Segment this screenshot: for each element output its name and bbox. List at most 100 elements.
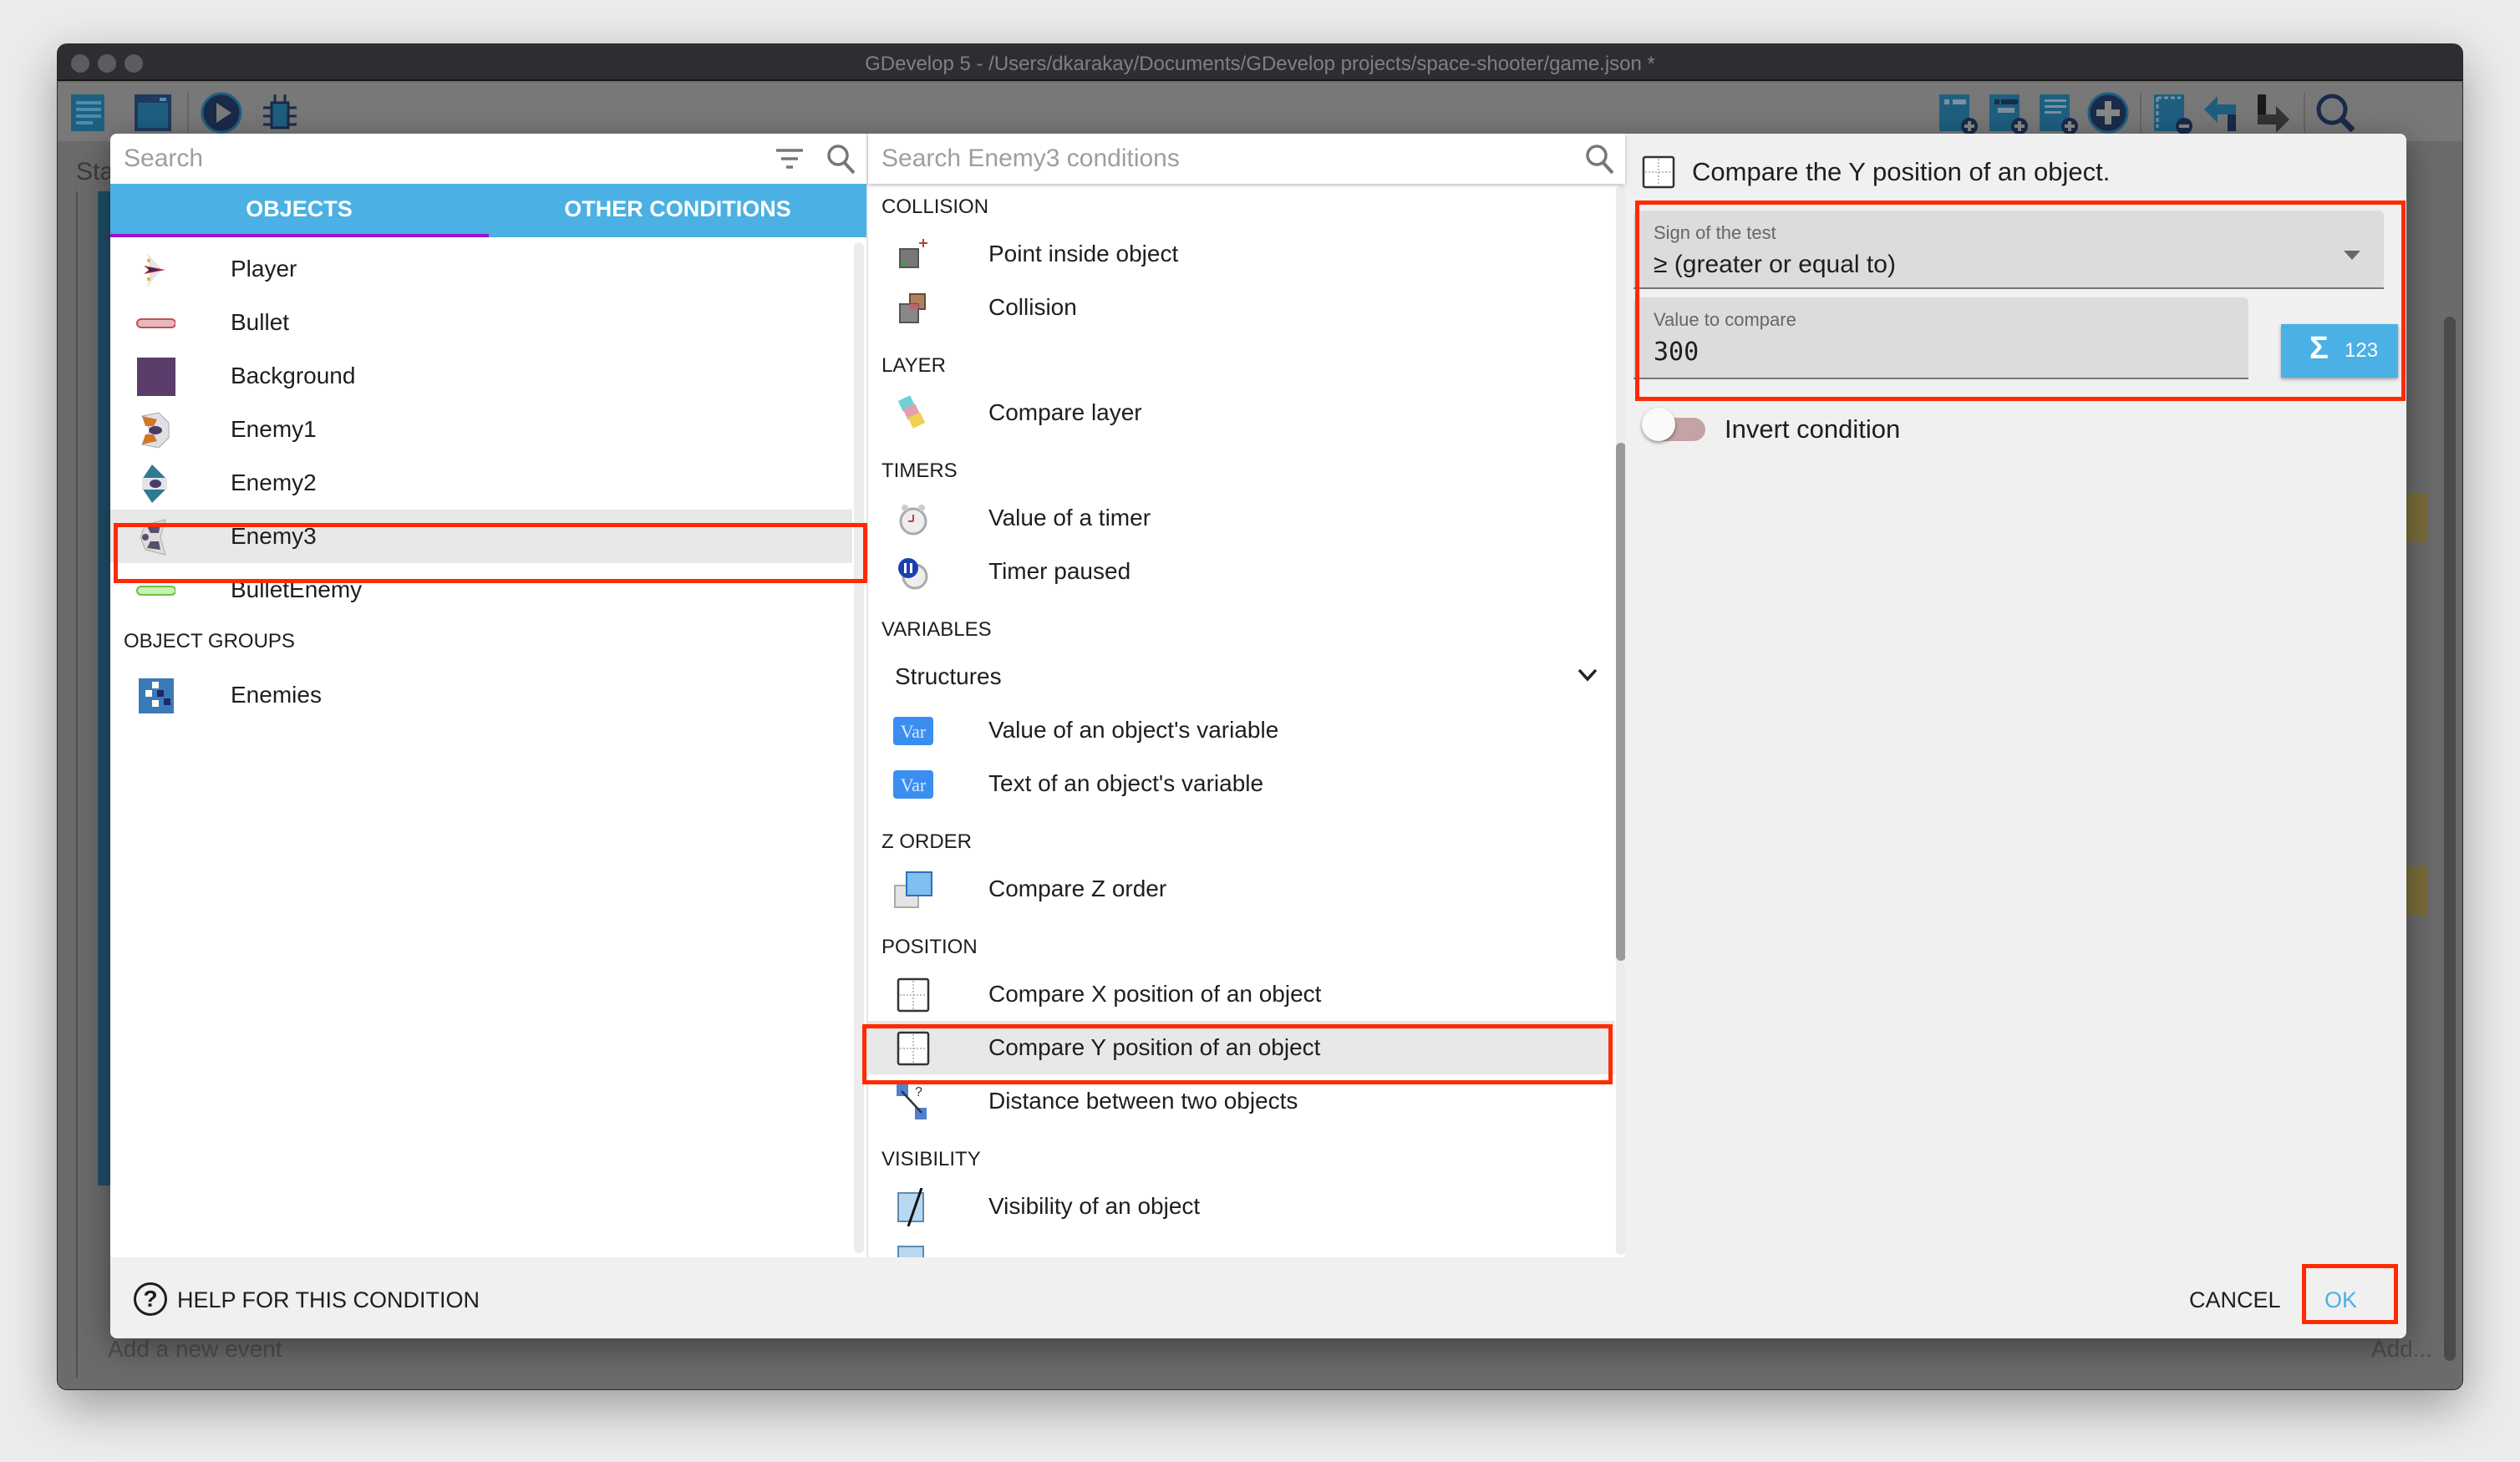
object-groups-header: OBJECT GROUPS bbox=[124, 630, 295, 652]
invert-condition-label: Invert condition bbox=[1725, 414, 1901, 444]
object-item-enemy1[interactable]: Enemy1 bbox=[110, 403, 852, 456]
condition-label: Compare layer bbox=[988, 399, 1142, 425]
field-label: Sign of the test bbox=[1654, 222, 1776, 243]
toggle-knob[interactable] bbox=[1642, 408, 1675, 441]
condition-search-bar bbox=[868, 134, 1625, 184]
enemy3-ship-icon bbox=[140, 519, 166, 556]
condition-item[interactable]: Value of a timer bbox=[868, 491, 1615, 545]
bullet-icon bbox=[136, 318, 175, 328]
expression-button-label: 123 bbox=[2345, 339, 2379, 362]
object-search-input[interactable] bbox=[124, 142, 759, 175]
section-header-layer: LAYER bbox=[881, 354, 946, 377]
project-manager-icon[interactable] bbox=[68, 91, 111, 135]
enemy1-ship-icon bbox=[141, 412, 170, 449]
search-icon[interactable] bbox=[1583, 142, 1615, 175]
group-name: Enemies bbox=[231, 682, 322, 708]
add-new-event-link[interactable]: Add a new event bbox=[108, 1336, 282, 1363]
condition-item-selected[interactable]: Compare Y position of an object bbox=[868, 1021, 1615, 1074]
delete-selection-icon[interactable] bbox=[2151, 91, 2194, 135]
section-header-z-order: Z ORDER bbox=[881, 830, 972, 853]
toolbar-separator bbox=[2140, 93, 2141, 133]
debugger-icon[interactable] bbox=[258, 91, 302, 135]
search-events-icon[interactable] bbox=[2314, 91, 2357, 135]
add-sub-event-icon[interactable] bbox=[1986, 91, 2030, 135]
filter-icon[interactable] bbox=[775, 148, 805, 171]
objects-panel: OBJECTS OTHER CONDITIONS Player Bullet B… bbox=[110, 134, 866, 1257]
object-item-bulletenemy[interactable]: BulletEnemy bbox=[110, 563, 852, 617]
timer-paused-icon bbox=[898, 558, 928, 590]
dropdown-arrow-icon bbox=[2344, 251, 2360, 260]
object-name: Bullet bbox=[231, 309, 290, 335]
object-item-player[interactable]: Player bbox=[110, 242, 852, 296]
field-label: Value to compare bbox=[1654, 309, 1796, 330]
search-icon[interactable] bbox=[825, 142, 856, 175]
visibility-icon bbox=[897, 1188, 924, 1226]
condition-item[interactable]: Point inside object bbox=[868, 227, 1615, 281]
condition-item[interactable]: Compare layer bbox=[868, 386, 1615, 439]
condition-list: COLLISION Point inside object Collision … bbox=[868, 184, 1625, 1257]
enemy2-ship-icon bbox=[142, 464, 167, 503]
add-event-icon[interactable] bbox=[1936, 91, 1979, 135]
condition-item[interactable]: Compare X position of an object bbox=[868, 967, 1615, 1021]
start-label: Sta bbox=[76, 158, 114, 185]
scene-editor-icon[interactable] bbox=[131, 91, 175, 135]
svg-text:Var: Var bbox=[901, 774, 927, 795]
condition-item[interactable]: Compare Z order bbox=[868, 862, 1615, 916]
section-header-variables: VARIABLES bbox=[881, 618, 992, 641]
var-icon: Var bbox=[893, 770, 933, 799]
condition-item[interactable]: ? Distance between two objects bbox=[868, 1074, 1615, 1128]
objects-scrollbar[interactable] bbox=[854, 242, 864, 1253]
toolbar bbox=[58, 83, 2462, 141]
object-item-enemy3[interactable]: Enemy3 bbox=[110, 510, 852, 563]
object-name: Enemy3 bbox=[231, 523, 317, 549]
events-scrollbar[interactable] bbox=[2444, 317, 2456, 1361]
subgroup-structures[interactable]: Structures bbox=[868, 650, 1615, 703]
condition-label: Point inside object bbox=[988, 241, 1179, 267]
preview-play-icon[interactable] bbox=[200, 91, 243, 135]
object-item-bullet[interactable]: Bullet bbox=[110, 296, 852, 349]
object-search-bar bbox=[110, 134, 866, 184]
help-icon: ? bbox=[134, 1282, 167, 1316]
condition-item-partial[interactable] bbox=[868, 1233, 1615, 1257]
field-value: ≥ (greater or equal to) bbox=[1654, 251, 1896, 278]
var-icon: Var bbox=[893, 717, 933, 745]
condition-item[interactable]: Visibility of an object bbox=[868, 1180, 1615, 1233]
tab-objects[interactable]: OBJECTS bbox=[110, 184, 488, 237]
layer-icon bbox=[897, 395, 926, 429]
redo-icon[interactable] bbox=[2251, 91, 2294, 135]
add-other-icon[interactable] bbox=[2086, 91, 2130, 135]
undo-icon[interactable] bbox=[2201, 91, 2244, 135]
object-item-enemy2[interactable]: Enemy2 bbox=[110, 456, 852, 510]
section-header-collision: COLLISION bbox=[881, 195, 989, 218]
condition-search-input[interactable] bbox=[881, 142, 1567, 175]
condition-label: Collision bbox=[988, 294, 1077, 320]
timer-icon bbox=[899, 505, 927, 536]
object-item-background[interactable]: Background bbox=[110, 349, 852, 403]
event-highlight bbox=[2406, 866, 2427, 915]
expression-editor-button[interactable]: Σ 123 bbox=[2281, 324, 2398, 378]
field-value[interactable]: 300 bbox=[1654, 338, 1699, 367]
object-name: Enemy1 bbox=[231, 416, 317, 442]
object-group-item-enemies[interactable]: Enemies bbox=[110, 668, 852, 722]
conditions-panel: COLLISION Point inside object Collision … bbox=[866, 134, 1626, 1257]
condition-label: Value of a timer bbox=[988, 505, 1151, 530]
object-list: Player Bullet Background Enemy1 Enemy2 E… bbox=[110, 237, 866, 1257]
value-to-compare-field[interactable]: Value to compare 300 bbox=[1633, 297, 2248, 379]
chevron-down-icon[interactable] bbox=[1577, 667, 1598, 683]
ok-button[interactable]: OK bbox=[2324, 1287, 2357, 1313]
add-menu-link[interactable]: Add... bbox=[2371, 1336, 2432, 1363]
add-comment-icon[interactable] bbox=[2036, 91, 2080, 135]
toolbar-separator bbox=[187, 93, 189, 133]
condition-item[interactable]: Collision bbox=[868, 281, 1615, 334]
condition-label: Visibility of an object bbox=[988, 1193, 1201, 1219]
condition-label: Value of an object's variable bbox=[988, 717, 1279, 743]
subgroup-label: Structures bbox=[895, 663, 1002, 689]
condition-item[interactable]: Var Text of an object's variable bbox=[868, 757, 1615, 810]
condition-item[interactable]: Var Value of an object's variable bbox=[868, 703, 1615, 757]
enemy-bullet-icon bbox=[136, 586, 175, 596]
object-tabs: OBJECTS OTHER CONDITIONS bbox=[110, 184, 866, 237]
condition-item[interactable]: Timer paused bbox=[868, 545, 1615, 598]
tab-other-conditions[interactable]: OTHER CONDITIONS bbox=[489, 184, 866, 237]
sign-of-test-select[interactable]: Sign of the test ≥ (greater or equal to) bbox=[1633, 211, 2384, 289]
cancel-button[interactable]: CANCEL bbox=[2189, 1287, 2281, 1313]
